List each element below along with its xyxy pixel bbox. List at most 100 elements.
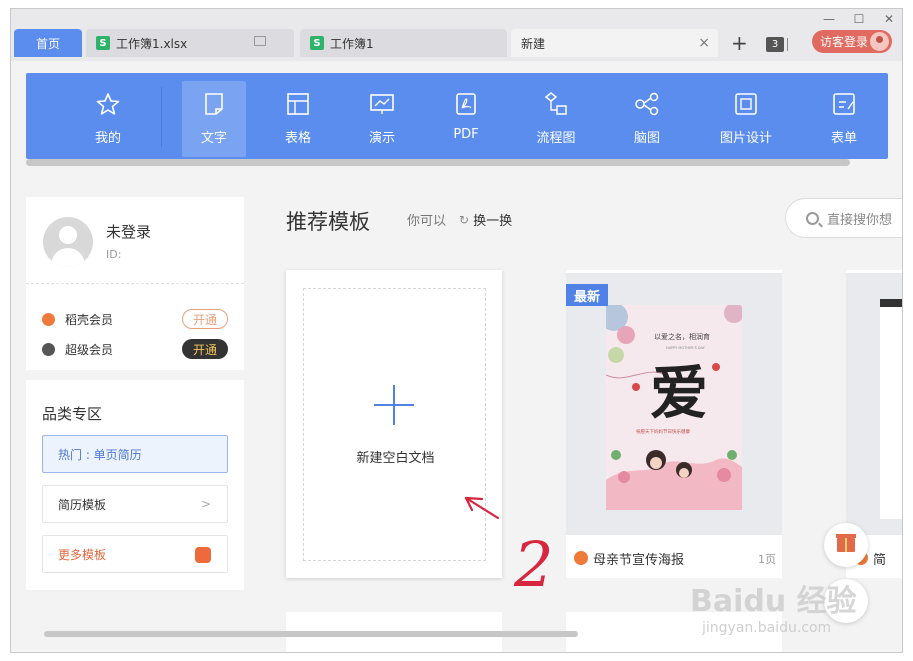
- category-card: 品类专区 热门 : 单页简历 简历模板 > 更多模板: [26, 380, 244, 590]
- you-can-label: 你可以: [407, 214, 447, 229]
- spreadsheet-icon: S: [310, 36, 324, 50]
- horizontal-scrollbar[interactable]: [44, 631, 578, 637]
- template-page-count: 1页: [758, 553, 776, 566]
- avatar-icon: [870, 32, 889, 51]
- docer-member-icon: [42, 313, 55, 326]
- poster-line2: HAPPY MOTHER'S DAY: [666, 346, 706, 350]
- divider: [26, 283, 244, 284]
- mindmap-icon: [635, 92, 659, 116]
- member-label: 超级会员: [65, 343, 114, 357]
- poster-image: 以爱之名，相润育 HAPPY MOTHER'S DAY 爱 祝愿天下妈妈节日快乐…: [606, 305, 742, 510]
- category-title: 品类专区: [42, 405, 103, 423]
- refresh-icon: ↻: [459, 212, 470, 227]
- form-icon: [833, 93, 855, 115]
- user-id: ID:: [106, 248, 122, 261]
- member-row-docer: 稻壳会员: [42, 311, 113, 328]
- avatar-body: [51, 248, 85, 267]
- flowchart-icon: [544, 92, 567, 115]
- open-super-button[interactable]: 开通: [182, 339, 228, 359]
- docer-icon: [574, 551, 588, 565]
- maximize-button[interactable]: ☐: [849, 12, 869, 26]
- tab-new-label: 新建: [521, 36, 546, 51]
- template-preview: [846, 273, 902, 535]
- category-resume-templates[interactable]: 简历模板 >: [42, 485, 228, 523]
- toolbar-item-label: 文字: [200, 131, 227, 146]
- toolbar-item-flowchart[interactable]: 流程图: [524, 81, 588, 157]
- open-docer-button[interactable]: 开通: [182, 309, 228, 329]
- member-label: 稻壳会员: [65, 313, 114, 327]
- category-more-label: 更多模板: [58, 547, 107, 562]
- annotation-overlay: 2: [464, 496, 553, 600]
- tab-workbook-xlsx-label: 工作簿1.xlsx: [116, 36, 188, 51]
- member-row-super: 超级会员: [42, 341, 113, 358]
- gift-icon: [836, 534, 856, 552]
- tab-workbook[interactable]: S 工作簿1: [300, 29, 507, 57]
- poster-big-char: 爱: [650, 359, 708, 427]
- refresh-button[interactable]: ↻ 换一换: [459, 210, 513, 230]
- avatar[interactable]: [43, 217, 93, 267]
- docer-icon: [195, 547, 211, 563]
- template-card[interactable]: 以爱之名，相润育 HAPPY MOTHER'S DAY 爱 祝愿天下妈妈节日快乐…: [566, 270, 782, 578]
- toolbar-item-label: 我的: [94, 131, 121, 146]
- annotation-number: 2: [513, 528, 553, 600]
- toolbar-item-label: 表单: [830, 131, 857, 146]
- guest-login-button[interactable]: 访客登录: [812, 30, 892, 53]
- close-icon[interactable]: ×: [698, 35, 710, 51]
- tab-home[interactable]: 首页: [14, 29, 82, 57]
- toolbar-item-image-design[interactable]: 图片设计: [714, 81, 778, 157]
- template-name: 简: [873, 553, 887, 568]
- divider: [787, 38, 788, 51]
- watermark-logo: Baidu 经验: [690, 584, 857, 619]
- refresh-label: 换一换: [473, 214, 513, 229]
- toolbar-item-mine[interactable]: 我的: [76, 81, 140, 157]
- new-tab-button[interactable]: +: [731, 31, 748, 55]
- poster-line3: 祝愿天下妈妈节日快乐健康: [636, 428, 690, 435]
- tab-new[interactable]: 新建 ×: [511, 29, 718, 57]
- template-name: 母亲节宣传海报: [593, 553, 685, 568]
- avatar-head: [59, 226, 77, 244]
- toolbar-item-label: 流程图: [536, 131, 576, 146]
- toolbar-item-label: 表格: [284, 131, 311, 146]
- search-input[interactable]: 直接搜你想: [785, 198, 902, 238]
- super-member-icon: [42, 343, 55, 356]
- presentation-icon: [370, 94, 394, 114]
- page-title: 推荐模板: [286, 210, 370, 234]
- tab-count-badge[interactable]: 3: [766, 37, 784, 52]
- star-icon: [96, 93, 120, 115]
- plus-icon: [374, 385, 414, 425]
- toolbar-scrollbar[interactable]: [26, 159, 850, 166]
- toolbar-item-label: 脑图: [633, 131, 660, 146]
- close-window-button[interactable]: ✕: [879, 12, 899, 26]
- toolbar-item-form[interactable]: 表单: [812, 81, 876, 157]
- category-hot-label: 热门 : 单页简历: [58, 447, 142, 462]
- monitor-icon: [254, 36, 266, 46]
- gift-button[interactable]: [824, 523, 868, 567]
- tab-bar: — ☐ ✕ 首页 S 工作簿1.xlsx S 工作簿1 新建 × + 3 访客登…: [11, 9, 902, 61]
- toolbar-item-text[interactable]: 文字: [182, 81, 246, 157]
- user-card: 未登录 ID: 稻壳会员 开通 超级会员 开通: [26, 197, 244, 370]
- document-page: [880, 299, 902, 519]
- tab-workbook-xlsx[interactable]: S 工作簿1.xlsx: [86, 29, 294, 57]
- poster-line1: 以爱之名，相润育: [654, 332, 710, 341]
- toolbar-item-presentation[interactable]: 演示: [350, 81, 414, 157]
- toolbar-item-table[interactable]: 表格: [266, 81, 330, 157]
- toolbar-item-label: 演示: [368, 131, 395, 146]
- user-name[interactable]: 未登录: [106, 221, 151, 242]
- category-hot-resume[interactable]: 热门 : 单页简历: [42, 435, 228, 473]
- spreadsheet-icon: S: [96, 36, 110, 50]
- table-icon: [287, 93, 309, 115]
- tab-workbook-label: 工作簿1: [330, 36, 374, 51]
- toolbar-item-pdf[interactable]: PDF: [434, 81, 498, 157]
- toolbar-item-mindmap[interactable]: 脑图: [615, 81, 679, 157]
- tab-home-label: 首页: [35, 36, 60, 51]
- category-more-templates[interactable]: 更多模板: [42, 535, 228, 573]
- watermark-url: jingyan.baidu.com: [702, 620, 832, 636]
- chevron-right-icon: >: [200, 497, 211, 511]
- document-icon: [205, 93, 223, 115]
- new-badge: 最新: [566, 284, 608, 306]
- category-resume-label: 简历模板: [58, 497, 107, 512]
- search-placeholder: 直接搜你想: [827, 212, 893, 228]
- minimize-button[interactable]: —: [819, 12, 839, 26]
- guest-login-label: 访客登录: [820, 35, 869, 49]
- category-toolbar: 我的 文字 表格 演示 PDF 流程图 脑图 图片设计 表单: [26, 73, 888, 159]
